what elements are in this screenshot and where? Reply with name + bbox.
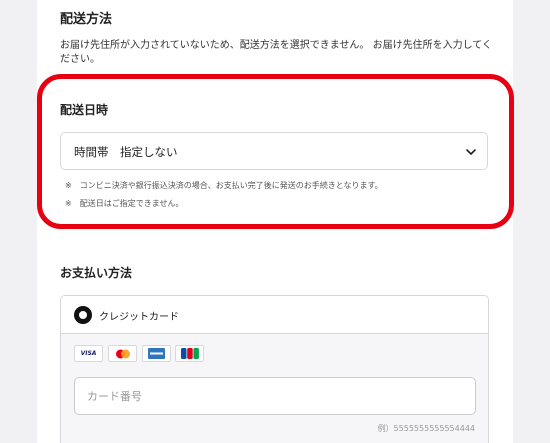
credit-card-label: クレジットカード — [99, 312, 179, 323]
delivery-note-date: ※ 配送日はご指定できません。 — [65, 199, 184, 208]
mastercard-logo-icon — [108, 345, 137, 362]
card-number-input[interactable] — [74, 377, 476, 415]
delivery-date-title: 配送日時 — [60, 103, 109, 117]
payment-method-title: お支払い方法 — [60, 266, 133, 280]
shipping-method-note: お届け先住所が入力されていないため、配送方法を選択できません。 お届け先住所を入… — [60, 40, 492, 65]
delivery-time-select[interactable]: 時間帯 指定しない — [60, 132, 488, 170]
delivery-note-payment: ※ コンビニ決済や銀行振込決済の場合、お支払い完了後に発送のお手続きとなります。 — [65, 181, 383, 190]
jcb-mark — [180, 348, 199, 359]
visa-logo-text: VISA — [80, 350, 97, 357]
card-number-example: 例）5555555555554444 — [377, 424, 475, 433]
credit-card-option[interactable]: クレジットカード — [61, 296, 488, 334]
shipping-method-title: 配送方法 — [60, 12, 113, 27]
radio-selected-icon[interactable] — [74, 306, 92, 324]
payment-method-panel: クレジットカード VISA 例）5555555555554444 — [60, 295, 489, 443]
jcb-logo-icon — [175, 345, 204, 362]
visa-logo-icon: VISA — [74, 345, 103, 362]
chevron-down-icon — [466, 149, 476, 155]
amex-mark — [148, 348, 165, 359]
mastercard-circles — [115, 349, 130, 358]
radio-dot — [79, 311, 87, 319]
amex-logo-icon — [142, 345, 171, 362]
delivery-time-select-value: 時間帯 指定しない — [74, 145, 178, 159]
